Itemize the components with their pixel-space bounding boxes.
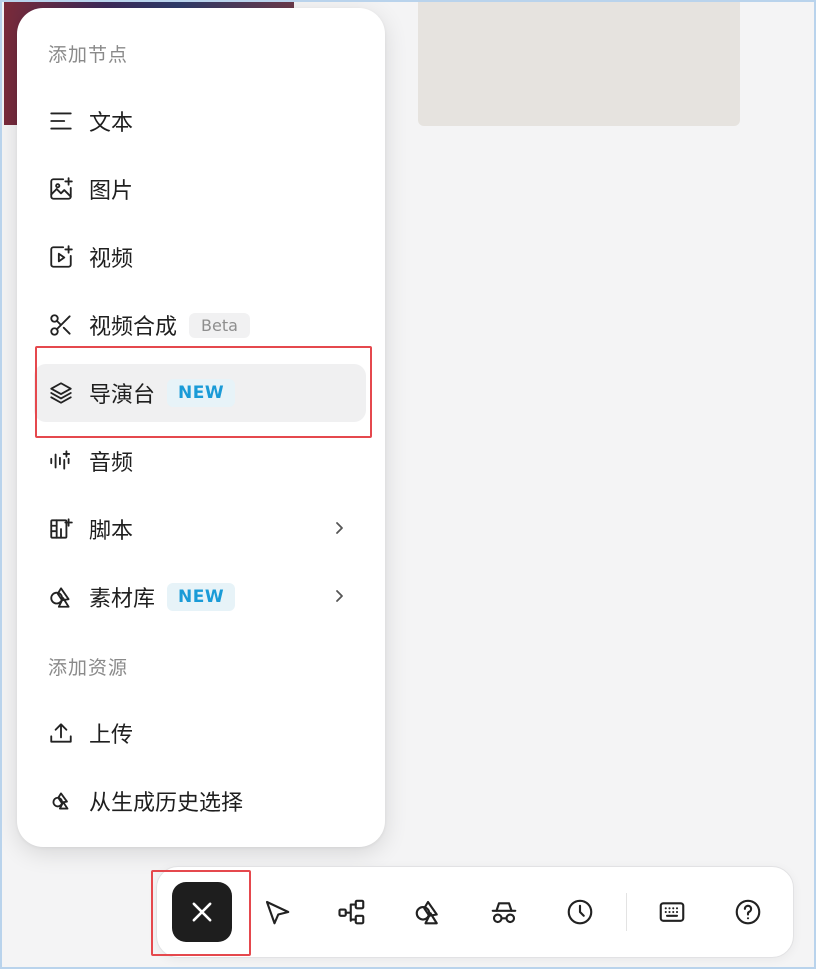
new-badge: NEW [167,583,236,611]
shapes-icon [46,582,76,612]
menu-item-label: 素材库 [89,587,156,612]
clock-icon [567,899,593,925]
menu-item-label: 文本 [89,111,134,136]
select-tool-button[interactable] [252,887,302,937]
chevron-right-icon [330,519,348,537]
beta-badge: Beta [189,312,250,338]
assets-button[interactable] [403,887,453,937]
menu-item-label: 导演台 [89,383,156,408]
new-badge: NEW [167,379,236,407]
history-shapes-icon [46,786,76,816]
canvas-node-card[interactable] [418,0,740,126]
cursor-arrow-icon [265,900,290,925]
audio-wave-icon [46,446,76,476]
menu-item-label: 从生成历史选择 [89,791,244,816]
menu-item-audio[interactable]: 音频 [34,432,366,490]
menu-item-script[interactable]: 脚本 [34,500,366,558]
shapes-icon [415,900,438,925]
menu-item-from-history[interactable]: 从生成历史选择 [34,772,366,830]
toolbar-divider [626,893,627,931]
incognito-button[interactable] [479,887,529,937]
menu-item-label: 脚本 [89,519,134,544]
menu-item-director[interactable]: 导演台 NEW [34,364,366,422]
menu-item-label: 上传 [89,723,134,748]
menu-item-upload[interactable]: 上传 [34,704,366,762]
menu-item-text[interactable]: 文本 [34,92,366,150]
help-icon [735,899,761,925]
menu-item-label: 音频 [89,451,134,476]
bottom-toolbar [156,866,794,958]
text-lines-icon [46,106,76,136]
storyboard-icon [46,514,76,544]
image-sparkle-icon [46,174,76,204]
menu-item-label: 视频合成 [89,315,178,340]
section-title-add-resource: 添加资源 [48,657,129,679]
add-node-menu: 添加节点 文本 图片 视频 视频合成 Beta 导演台 NEW 音频 脚本 素材… [17,8,385,847]
history-button[interactable] [555,887,605,937]
section-title-add-node: 添加节点 [48,44,129,66]
layers-icon [46,378,76,408]
video-sparkle-icon [46,242,76,272]
help-button[interactable] [723,887,773,937]
upload-icon [46,718,76,748]
close-icon [192,902,212,922]
menu-item-label: 图片 [89,179,134,204]
incognito-icon [491,902,517,924]
menu-item-image[interactable]: 图片 [34,160,366,218]
scissors-icon [46,310,76,340]
menu-item-asset-library[interactable]: 素材库 NEW [34,568,366,626]
menu-item-video[interactable]: 视频 [34,228,366,286]
keyboard-icon [659,902,685,922]
shortcuts-button[interactable] [647,887,697,937]
menu-item-label: 视频 [89,247,134,272]
workflow-button[interactable] [327,887,377,937]
menu-item-video-compose[interactable]: 视频合成 Beta [34,296,366,354]
close-button[interactable] [172,882,232,942]
node-graph-icon [338,899,365,925]
chevron-right-icon [330,587,348,605]
